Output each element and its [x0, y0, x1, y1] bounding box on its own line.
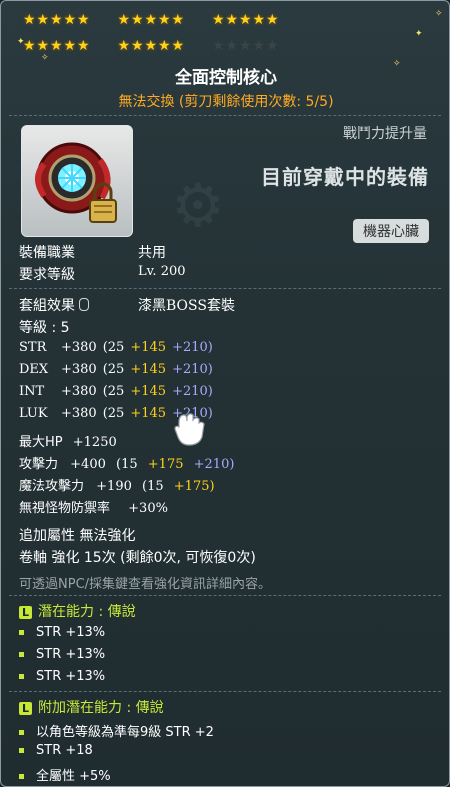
sparkle-icon: ✧	[41, 53, 49, 63]
bonus-potential-line: 全屬性 +5%	[19, 765, 111, 784]
stat-ignore-defense: 無視怪物防禦率 +30%	[19, 501, 168, 516]
item-level: 等級 : 5	[19, 320, 70, 336]
star-icon: ★	[171, 38, 185, 54]
star-icon: ★	[63, 38, 77, 54]
upgrade-info-note: 可透過NPC/採集鍵查看強化資訊詳細內容。	[19, 577, 272, 592]
empty-star-icon: ★	[252, 38, 266, 54]
stat-int: INT +380 (25 +145 +210)	[19, 384, 213, 399]
potential-line: STR +13%	[19, 669, 105, 684]
sparkle-icon: ✦	[415, 29, 423, 39]
empty-star-icon: ★	[266, 38, 279, 54]
glove-cursor-icon	[174, 413, 205, 446]
set-name: 漆黑BOSS套裝	[138, 298, 235, 314]
legendary-grade-icon: L	[19, 605, 32, 619]
divider	[9, 691, 441, 692]
background-watermark: ⚙	[171, 171, 225, 241]
sparkle-icon: ✦	[17, 37, 25, 47]
bullet-icon	[19, 748, 24, 753]
star-icon: ★	[36, 38, 50, 54]
stat-attack: 攻擊力 +400 (15 +175 +210)	[19, 457, 235, 472]
star-icon: ★	[36, 12, 50, 28]
bonus-potential-line: 以角色等級為準每9級 STR +2	[19, 721, 214, 740]
bonus-stat-line: 追加屬性 無法強化	[19, 528, 136, 544]
job-value: 共用	[138, 245, 166, 261]
empty-star-icon: ★	[239, 38, 252, 54]
bullet-icon	[19, 652, 24, 657]
divider	[9, 595, 441, 596]
star-icon: ★	[63, 12, 77, 28]
item-title: 全面控制核心	[175, 68, 277, 88]
potential-line: STR +13%	[19, 647, 105, 662]
bullet-icon	[19, 630, 24, 635]
scroll-upgrade-line: 卷軸 強化 15次 (剩餘0次, 可恢復0次)	[19, 550, 256, 566]
combat-power-label: 戰鬥力提升量	[343, 126, 427, 142]
star-icon: ★	[131, 38, 144, 54]
mouse-icon	[79, 298, 89, 311]
star-icon: ★	[239, 12, 252, 28]
stat-hp: 最大HP +1250	[19, 435, 117, 450]
item-tooltip: ★ ★ ★ ★ ★ ★ ★ ★ ★ ★ ★ ★ ★ ★ ★ ★ ★ ★ ★ ★ ★ ★ ★ ★ ★ ★ ★ ★ ★ ★ ✦ ✧ ✦ ✧ …	[0, 0, 450, 787]
legendary-grade-icon: L	[19, 701, 32, 715]
star-force-row-2: ★ ★ ★ ★ ★ ★ ★ ★ ★ ★ ★ ★ ★ ★ ★	[1, 38, 449, 57]
bonus-potential-header: L 附加潛在能力 : 傳說	[19, 697, 164, 717]
bullet-icon	[19, 674, 24, 679]
star-icon: ★	[144, 12, 158, 28]
star-icon: ★	[266, 12, 279, 28]
mechanical-heart-icon	[35, 142, 117, 223]
star-icon: ★	[144, 38, 158, 54]
star-icon: ★	[252, 12, 266, 28]
bullet-icon	[19, 774, 24, 779]
equipped-label: 目前穿戴中的裝備	[261, 165, 429, 189]
star-icon: ★	[23, 12, 36, 28]
trade-restriction: 無法交換 (剪刀剩餘使用次數: 5/5)	[118, 94, 334, 110]
star-icon: ★	[225, 12, 239, 28]
star-icon: ★	[50, 12, 63, 28]
star-icon: ★	[77, 12, 90, 28]
sparkle-icon: ✧	[435, 9, 443, 19]
set-effect-label[interactable]: 套組效果	[19, 295, 93, 315]
potential-header: L 潛在能力 : 傳說	[19, 601, 136, 621]
bonus-potential-line: STR +18	[19, 743, 93, 758]
stat-magic-attack: 魔法攻擊力 +190 (15 +175)	[19, 479, 215, 494]
stat-str: STR +380 (25 +145 +210)	[19, 340, 213, 355]
star-force-row-1: ★ ★ ★ ★ ★ ★ ★ ★ ★ ★ ★ ★ ★ ★ ★	[1, 12, 449, 31]
star-icon: ★	[131, 12, 144, 28]
star-icon: ★	[158, 12, 171, 28]
divider	[9, 115, 441, 116]
star-icon: ★	[117, 38, 131, 54]
star-icon: ★	[171, 12, 185, 28]
star-icon: ★	[158, 38, 171, 54]
item-icon-frame	[21, 125, 133, 237]
job-row: 裝備職業	[19, 245, 75, 261]
star-icon: ★	[77, 38, 90, 54]
stat-dex: DEX +380 (25 +145 +210)	[19, 362, 213, 377]
empty-star-icon: ★	[212, 38, 225, 54]
item-category-tag: 機器心臟	[353, 219, 429, 243]
level-req-label: 要求等級	[19, 267, 75, 283]
star-icon: ★	[50, 38, 63, 54]
star-icon: ★	[212, 12, 225, 28]
star-icon: ★	[117, 12, 131, 28]
level-req-value: Lv. 200	[138, 264, 186, 279]
potential-line: STR +13%	[19, 625, 105, 640]
bullet-icon	[19, 730, 24, 735]
empty-star-icon: ★	[225, 38, 239, 54]
divider	[9, 288, 441, 289]
